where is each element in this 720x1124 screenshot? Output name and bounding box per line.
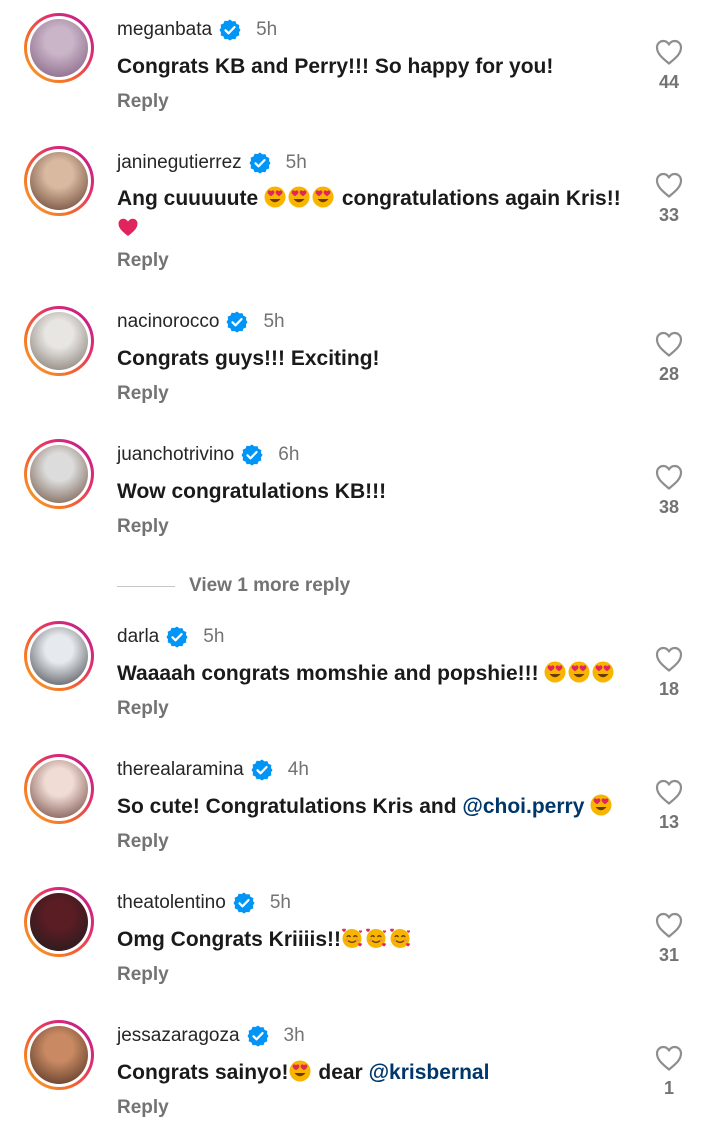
verified-badge-icon [225,310,249,334]
username[interactable]: darla [117,626,159,648]
verified-badge-icon [250,758,274,782]
view-more-replies-button[interactable]: View 1 more reply [117,572,350,600]
avatar-image [30,893,88,951]
comment-text: Congrats sainyo! dear @krisbernal [117,1060,490,1084]
heart-eyes-emoji-icon [264,186,286,208]
comment-text: So cute! Congratulations Kris and @choi.… [117,792,632,822]
like-control: 38 [652,463,686,518]
smiling-face-with-hearts-emoji-icon [365,927,387,949]
username[interactable]: janinegutierrez [117,152,242,174]
like-control: 33 [652,171,686,226]
username[interactable]: theatolentino [117,892,226,914]
avatar-image [30,760,88,818]
like-count: 13 [658,812,680,832]
avatar[interactable] [24,439,94,509]
comment-time: 5h [203,626,225,647]
smiling-face-with-hearts-emoji-icon [389,927,411,949]
comment-time: 4h [287,759,309,780]
like-control: 31 [652,911,686,966]
view-more-replies-label: View 1 more reply [189,575,351,596]
reply-button[interactable]: Reply [117,698,169,720]
like-control: 18 [652,645,686,700]
mention-link[interactable]: @choi.perry [462,795,584,818]
like-control: 13 [652,778,686,833]
like-count: 44 [658,72,680,92]
reply-button[interactable]: Reply [117,516,169,538]
reply-button[interactable]: Reply [117,91,169,113]
like-count: 1 [663,1078,674,1098]
reply-button[interactable]: Reply [117,1097,169,1119]
divider [117,585,175,587]
comment-text: Omg Congrats Kriiiis!! [117,925,632,955]
comment-text: Congrats KB and Perry!!! So happy for yo… [117,55,554,78]
verified-badge-icon [232,891,256,915]
avatar[interactable] [24,754,94,824]
avatar[interactable] [24,887,94,957]
avatar[interactable] [24,13,94,83]
comment-time: 5h [269,892,291,913]
heart-eyes-emoji-icon [590,794,612,816]
avatar[interactable] [24,146,94,216]
heart-outline-icon[interactable] [654,911,684,939]
comment-time: 3h [283,1025,305,1046]
heart-outline-icon[interactable] [654,38,684,66]
verified-badge-icon [246,1024,270,1048]
heart-outline-icon[interactable] [654,645,684,673]
comment-time: 5h [263,311,285,332]
heart-outline-icon[interactable] [654,1044,684,1072]
comment-time: 5h [285,152,307,173]
like-count: 28 [658,364,680,384]
avatar[interactable] [24,621,94,691]
avatar-image [30,152,88,210]
avatar-image [30,627,88,685]
like-count: 33 [658,205,680,225]
comment-time: 6h [278,444,300,465]
username[interactable]: nacinorocco [117,311,219,333]
like-count: 18 [658,679,680,699]
like-control: 44 [652,38,686,93]
comment-text: Waaaah congrats momshie and popshie!!! [117,659,632,689]
like-count: 31 [658,945,680,965]
heart-eyes-emoji-icon [288,186,310,208]
heart-eyes-emoji-icon [592,661,614,683]
comment-text: Ang cuuuuute congratulations again Kris!… [117,184,632,244]
avatar-image [30,1026,88,1084]
comments-list: meganbata 5h Congrats KB and Perry!!! So… [0,0,720,1124]
red-heart-emoji-icon [117,216,139,238]
heart-eyes-emoji-icon [312,186,334,208]
heart-eyes-emoji-icon [568,661,590,683]
verified-badge-icon [240,443,264,467]
heart-outline-icon[interactable] [654,463,684,491]
heart-outline-icon[interactable] [654,330,684,358]
like-control: 28 [652,330,686,385]
comment-text: Wow congratulations KB!!! [117,480,387,503]
like-control: 1 [652,1044,686,1099]
avatar[interactable] [24,1020,94,1090]
heart-outline-icon[interactable] [654,171,684,199]
heart-outline-icon[interactable] [654,778,684,806]
username[interactable]: juanchotrivino [117,444,234,466]
verified-badge-icon [248,151,272,175]
username[interactable]: therealaramina [117,759,244,781]
mention-link[interactable]: @krisbernal [369,1061,490,1084]
reply-button[interactable]: Reply [117,383,169,405]
comment-text: Congrats guys!!! Exciting! [117,347,380,370]
heart-eyes-emoji-icon [289,1060,311,1082]
reply-button[interactable]: Reply [117,250,169,272]
reply-button[interactable]: Reply [117,964,169,986]
reply-button[interactable]: Reply [117,831,169,853]
verified-badge-icon [165,625,189,649]
avatar-image [30,312,88,370]
like-count: 38 [658,497,680,517]
username[interactable]: jessazaragoza [117,1025,240,1047]
verified-badge-icon [218,18,242,42]
username[interactable]: meganbata [117,19,212,41]
avatar-image [30,19,88,77]
comment-time: 5h [256,19,278,40]
heart-eyes-emoji-icon [544,661,566,683]
smiling-face-with-hearts-emoji-icon [341,927,363,949]
avatar-image [30,445,88,503]
avatar[interactable] [24,306,94,376]
